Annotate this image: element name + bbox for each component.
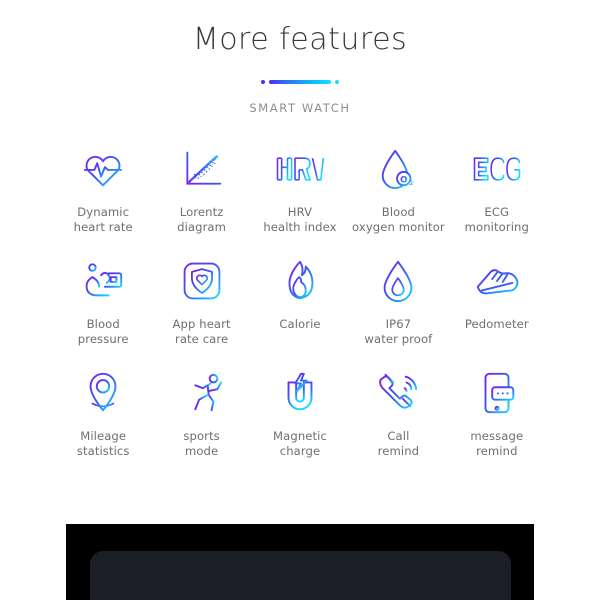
feature-label: Blood oxygen monitor [352, 205, 445, 234]
divider-left-dot [261, 80, 265, 84]
feature-label: HRV health index [263, 205, 337, 234]
feature-item[interactable]: O 2 Blood oxygen monitor [349, 141, 447, 253]
svg-text:O: O [400, 175, 407, 185]
blood-oxygen-drop-icon: O 2 [372, 143, 424, 195]
ecg-text-icon [471, 143, 523, 195]
feature-item[interactable]: Blood pressure [54, 253, 152, 365]
device-screen [90, 551, 511, 600]
feature-item[interactable]: message remind [448, 365, 546, 477]
feature-item[interactable]: App heart rate care [152, 253, 250, 365]
water-drop-icon [372, 255, 424, 307]
phone-ring-icon [372, 367, 424, 419]
blood-pressure-cuff-icon [77, 255, 129, 307]
lorentz-scatter-icon [176, 143, 228, 195]
running-person-icon [176, 367, 228, 419]
feature-item[interactable]: Calorie [251, 253, 349, 365]
feature-label: Calorie [279, 317, 321, 331]
feature-item[interactable]: Mileage statistics [54, 365, 152, 477]
feature-item[interactable]: Dynamic heart rate [54, 141, 152, 253]
phone-message-icon [471, 367, 523, 419]
feature-label: Call remind [377, 429, 420, 458]
hrv-text-icon [274, 143, 326, 195]
feature-item[interactable]: HRV health index [251, 141, 349, 253]
page-title: More features [192, 22, 408, 57]
feature-label: sports mode [183, 429, 220, 458]
feature-label: ECG monitoring [464, 205, 529, 234]
feature-item[interactable]: Pedometer [448, 253, 546, 365]
feature-label: Dynamic heart rate [73, 205, 133, 234]
running-shoe-icon [471, 255, 523, 307]
feature-label: Blood pressure [77, 317, 129, 346]
app-shield-heart-icon [176, 255, 228, 307]
feature-item[interactable]: ECG monitoring [448, 141, 546, 253]
feature-label: Mileage statistics [76, 429, 130, 458]
magnet-bolt-icon [274, 367, 326, 419]
feature-item[interactable]: IP67 water proof [349, 253, 447, 365]
flame-icon [274, 255, 326, 307]
divider-right-dot [335, 80, 339, 84]
heart-pulse-icon [77, 143, 129, 195]
feature-label: Lorentz diagram [177, 205, 227, 234]
map-pin-icon [77, 367, 129, 419]
feature-grid: Dynamic heart rate Lorentz diagram HRV h… [54, 141, 546, 477]
feature-label: Pedometer [464, 317, 529, 331]
feature-label: IP67 water proof [364, 317, 433, 346]
feature-item[interactable]: Magnetic charge [251, 365, 349, 477]
feature-item[interactable]: Lorentz diagram [152, 141, 250, 253]
feature-label: App heart rate care [172, 317, 231, 346]
page-subtitle: SMART WATCH [249, 101, 351, 115]
feature-item[interactable]: Call remind [349, 365, 447, 477]
device-band [66, 524, 534, 600]
page-header: More features SMART WATCH [0, 0, 600, 115]
title-divider [255, 74, 345, 90]
feature-label: message remind [470, 429, 524, 458]
svg-text:2: 2 [410, 181, 414, 187]
divider-gradient-bar [269, 80, 331, 84]
feature-item[interactable]: sports mode [152, 365, 250, 477]
feature-label: Magnetic charge [273, 429, 327, 458]
